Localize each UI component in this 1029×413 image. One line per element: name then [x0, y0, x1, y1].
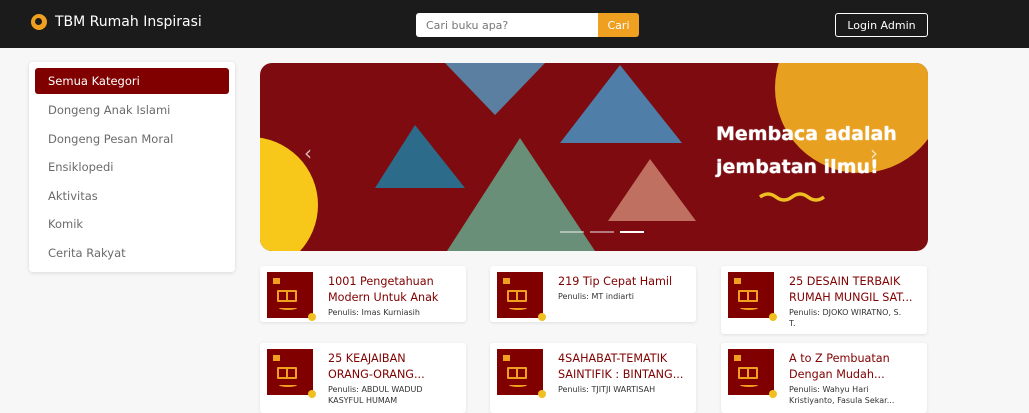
photo-triangle-4 [447, 138, 595, 251]
category-item-komik[interactable]: Komik [35, 210, 229, 239]
login-admin-button[interactable]: Login Admin [835, 13, 928, 37]
category-sidebar: Semua Kategori Dongeng Anak Islami Donge… [29, 62, 235, 272]
search-button[interactable]: Cari [598, 13, 639, 37]
photo-triangle-2 [560, 65, 682, 143]
book-author: Penulis: ABDUL WADUD KASYFUL HUMAM [328, 385, 423, 405]
category-item-dongeng-anak-islami[interactable]: Dongeng Anak Islami [35, 96, 229, 125]
book-author: Penulis: Imas Kurniasih [328, 308, 420, 317]
book-title[interactable]: 25 DESAIN TERBAIK RUMAH MUNGIL SAT... [789, 274, 921, 306]
slogan-line-1: Membaca adalah [716, 123, 897, 145]
book-cover-icon [267, 349, 316, 398]
book-author: Penulis: Wahyu Hari Kristiyanto, Fasula S… [789, 385, 895, 405]
book-cover-icon [497, 349, 546, 398]
brand-name: TBM Rumah Inspirasi [55, 14, 202, 30]
category-item-aktivitas[interactable]: Aktivitas [35, 182, 229, 211]
book-card[interactable]: 25 DESAIN TERBAIK RUMAH MUNGIL SAT... Pen… [721, 266, 927, 334]
photo-triangle-3 [375, 125, 465, 188]
book-card[interactable]: 1001 Pengetahuan Modern Untuk Anak Penuli… [260, 266, 466, 322]
book-title[interactable]: 25 KEAJAIBAN ORANG-ORANG... [328, 351, 460, 383]
navbar: TBM Rumah Inspirasi Cari Login Admin [0, 0, 1029, 48]
book-card[interactable]: 4SAHABAT-TEMATIK SAINTIFIK : BINTANG... P… [490, 343, 696, 413]
photo-triangle-1 [445, 63, 545, 115]
book-title[interactable]: 219 Tip Cepat Hamil [558, 274, 690, 290]
book-cover-icon [728, 349, 777, 398]
carousel-indicators [560, 231, 644, 233]
category-item-cerita-rakyat[interactable]: Cerita Rakyat [35, 239, 229, 268]
banner-slogan: Membaca adalah jembatan ilmu! [716, 118, 897, 184]
carousel-indicator[interactable] [590, 231, 614, 233]
search-input[interactable] [416, 13, 598, 37]
book-card[interactable]: A to Z Pembuatan Dengan Mudah... Penulis:… [721, 343, 927, 413]
book-cover-icon [728, 272, 777, 321]
category-item-dongeng-pesan-moral[interactable]: Dongeng Pesan Moral [35, 125, 229, 154]
book-card[interactable]: 25 KEAJAIBAN ORANG-ORANG... Penulis: ABDU… [260, 343, 466, 413]
book-title[interactable]: 1001 Pengetahuan Modern Untuk Anak [328, 274, 460, 306]
book-card[interactable]: 219 Tip Cepat Hamil Penulis: MT indiarti [490, 266, 696, 322]
brand[interactable]: TBM Rumah Inspirasi [31, 14, 202, 30]
banner-wave [758, 192, 826, 202]
category-item-ensiklopedi[interactable]: Ensiklopedi [35, 153, 229, 182]
book-author: Penulis: TJITJI WARTISAH [558, 385, 656, 394]
logo-icon [31, 14, 47, 30]
carousel-indicator-active[interactable] [620, 231, 644, 233]
book-title[interactable]: A to Z Pembuatan Dengan Mudah... [789, 351, 921, 383]
book-cover-icon [497, 272, 546, 321]
book-author: Penulis: DJOKO WIRATNO, S. T. [789, 308, 902, 328]
photo-triangle-5 [608, 159, 696, 221]
slogan-line-2: jembatan ilmu! [716, 156, 879, 178]
search-form: Cari [416, 13, 639, 37]
book-cover-icon [267, 272, 316, 321]
category-item-semua-kategori[interactable]: Semua Kategori [35, 68, 229, 94]
book-author: Penulis: MT indiarti [558, 292, 634, 301]
chevron-left-icon[interactable]: ‹ [304, 141, 312, 165]
book-title[interactable]: 4SAHABAT-TEMATIK SAINTIFIK : BINTANG... [558, 351, 690, 383]
carousel-indicator[interactable] [560, 231, 584, 233]
